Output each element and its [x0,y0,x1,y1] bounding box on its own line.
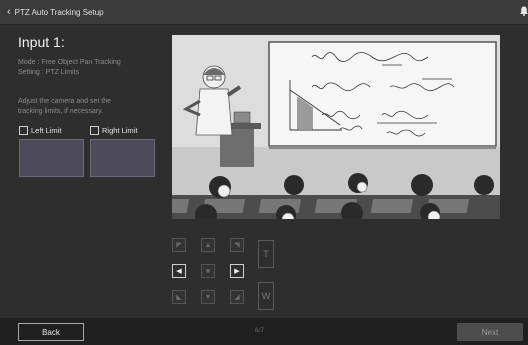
arrow-down-right-icon: ◢ [234,294,240,301]
window-title: PTZ Auto Tracking Setup [14,7,104,17]
bell-icon[interactable] [520,6,528,16]
arrow-left-icon: ◀ [176,268,182,275]
zoom-tele-button[interactable]: T [258,240,274,268]
home-position-button[interactable]: ■ [201,264,215,278]
arrow-down-icon: ▼ [204,293,212,301]
pan-tilt-down-right-button[interactable]: ◢ [230,290,244,304]
arrow-up-left-icon: ◤ [176,242,182,249]
tilt-up-button[interactable]: ▲ [201,238,215,252]
pan-left-button[interactable]: ◀ [172,264,186,278]
pan-tilt-down-left-button[interactable]: ◣ [172,290,186,304]
mode-info: Mode : Free Object Pan Tracking Setting … [18,59,121,76]
left-limit-checkbox[interactable]: Left Limit [19,126,61,135]
title-bar: ‹ PTZ Auto Tracking Setup [0,0,528,25]
tilt-down-button[interactable]: ▼ [201,290,215,304]
checkbox-icon[interactable] [19,126,28,135]
arrow-up-right-icon: ◥ [234,242,240,249]
back-button[interactable]: Back [18,323,84,341]
right-limit-label: Right Limit [102,126,138,135]
settings-panel: Input 1: Mode : Free Object Pan Tracking… [0,26,170,318]
page-indicator: 6/7 [255,327,265,334]
classroom-illustration [172,35,500,219]
arrow-right-icon: ▶ [234,268,240,275]
left-limit-thumbnail [19,139,84,177]
pan-right-button[interactable]: ▶ [230,264,244,278]
arrow-down-left-icon: ◣ [176,294,182,301]
center-dot-icon: ■ [205,267,211,275]
camera-preview[interactable] [172,35,500,219]
checkbox-icon[interactable] [90,126,99,135]
zoom-wide-button[interactable]: W [258,282,274,310]
right-limit-checkbox[interactable]: Right Limit [90,126,137,135]
input-heading: Input 1: [18,34,65,50]
arrow-up-icon: ▲ [204,241,212,249]
left-limit-label: Left Limit [31,126,62,135]
instructions-text: Adjust the camera and set the tracking l… [18,98,111,115]
next-button[interactable]: Next [457,323,523,341]
footer-bar: Back 6/7 Next [0,318,528,345]
right-limit-thumbnail [90,139,155,177]
chevron-left-icon[interactable]: ‹ [7,6,11,18]
pan-tilt-up-right-button[interactable]: ◥ [230,238,244,252]
pan-tilt-up-left-button[interactable]: ◤ [172,238,186,252]
